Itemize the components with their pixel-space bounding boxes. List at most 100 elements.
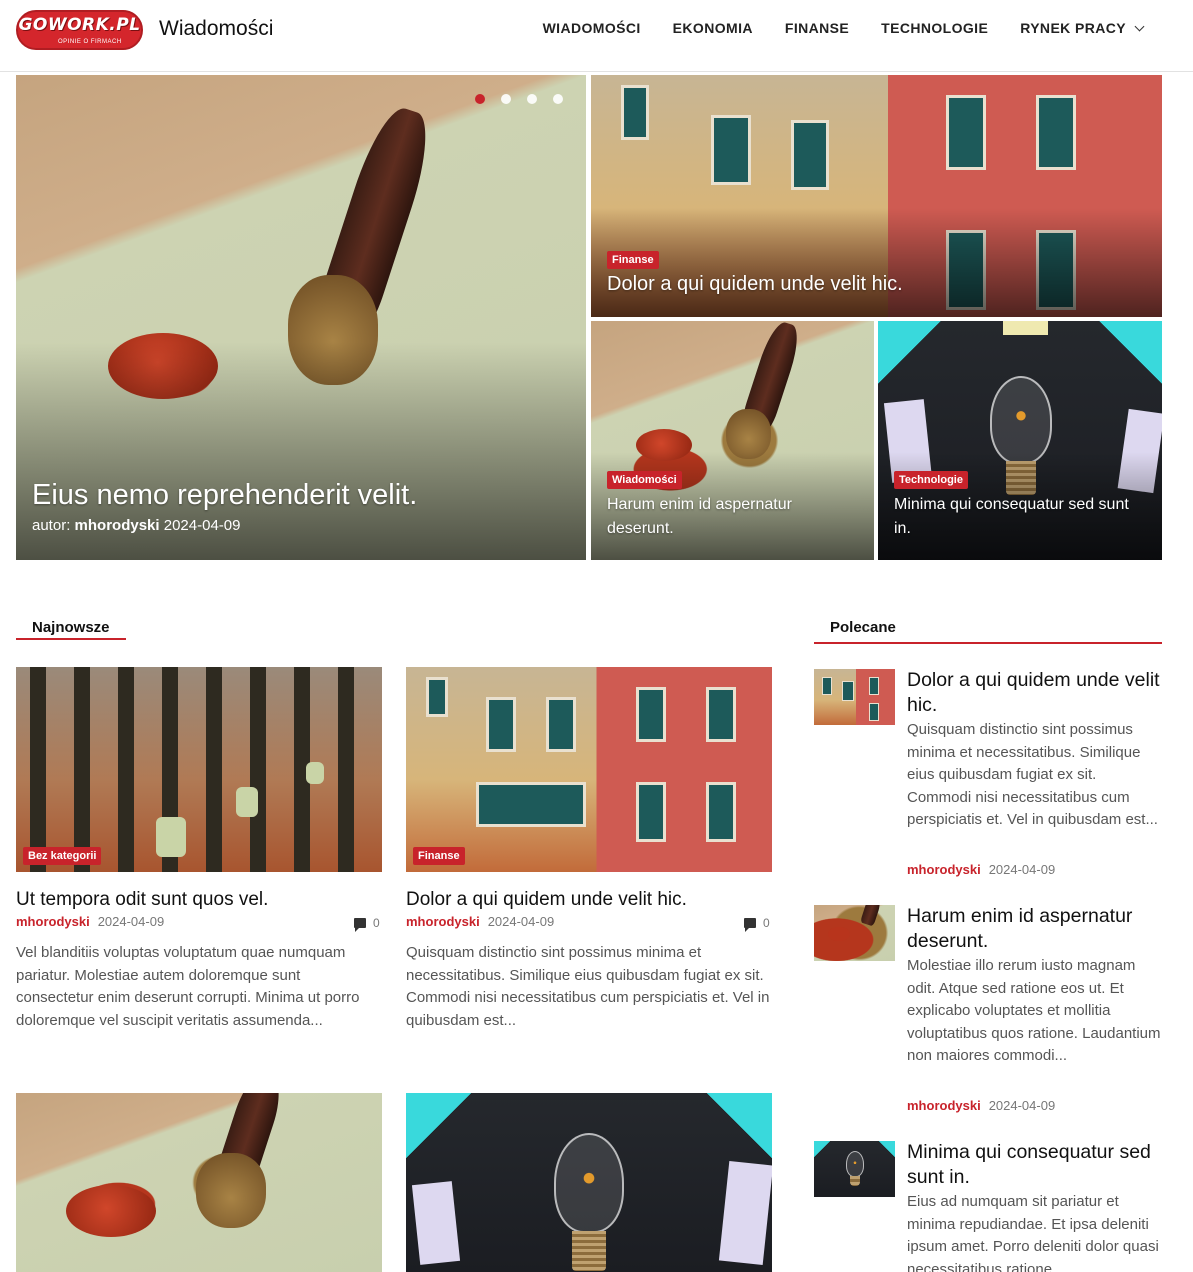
category-badge[interactable]: Technologie	[894, 471, 968, 489]
author-prefix: autor:	[32, 517, 71, 534]
facade-image-detail	[706, 782, 736, 842]
article-image[interactable]	[406, 1093, 772, 1272]
nav-item-rynek-pracy[interactable]: RYNEK PRACY	[1020, 20, 1145, 36]
category-badge[interactable]: Finanse	[607, 251, 659, 269]
hero-main-slide[interactable]: Eius nemo reprehenderit velit. autor: mh…	[16, 75, 586, 560]
main-nav: WIADOMOŚCI EKONOMIA FINANSE TECHNOLOGIE …	[543, 20, 1145, 36]
site-header: GOWORK.PL OPINIE O FIRMACH Wiadomości WI…	[0, 0, 1193, 72]
nav-label: WIADOMOŚCI	[542, 20, 641, 36]
category-badge[interactable]: Wiadomości	[607, 471, 682, 489]
hero-main-title[interactable]: Eius nemo reprehenderit velit.	[32, 479, 417, 512]
nav-item-finanse[interactable]: FINANSE	[785, 20, 849, 36]
gowork-logo[interactable]: GOWORK.PL OPINIE O FIRMACH	[16, 10, 143, 50]
nav-item-ekonomia[interactable]: EKONOMIA	[673, 20, 753, 36]
moss-image-detail	[236, 787, 258, 817]
facade-image-detail	[636, 687, 666, 742]
comment-count-value: 0	[373, 916, 380, 930]
lightbulb-base	[850, 1176, 860, 1186]
featured-excerpt: Quisquam distinctio sint possimus minima…	[907, 721, 1158, 828]
wax-seal-image	[66, 1185, 156, 1237]
paper-note-image	[1003, 321, 1048, 335]
featured-title[interactable]: Harum enim id aspernatur deserunt.	[907, 904, 1163, 954]
hero-tile-technologie[interactable]: Technologie Minima qui consequatur sed s…	[878, 321, 1162, 560]
facade-image-detail	[636, 782, 666, 842]
hero-tile-wiadomosci[interactable]: Wiadomości Harum enim id aspernatur dese…	[591, 321, 874, 560]
article-author[interactable]: mhorodyski	[16, 914, 90, 929]
slider-dot-4[interactable]	[553, 94, 563, 104]
lightbulb-base	[572, 1231, 606, 1271]
moss-image-detail	[156, 817, 186, 857]
section-underline	[16, 638, 126, 640]
nav-label: TECHNOLOGIE	[881, 20, 989, 36]
tile-gradient	[591, 208, 1162, 317]
article-meta: mhorodyski 2024-04-09	[406, 914, 554, 929]
featured-excerpt: Molestiae illo rerum iusto magnam odit. …	[907, 957, 1161, 1064]
lightbulb-image	[846, 1151, 864, 1177]
nav-item-technologie[interactable]: TECHNOLOGIE	[881, 20, 988, 36]
comment-count[interactable]: 0	[354, 916, 380, 932]
nav-label: FINANSE	[784, 20, 850, 36]
hero-main-meta: autor: mhorodyski 2024-04-09	[32, 517, 240, 534]
nav-label: RYNEK PRACY	[1020, 20, 1126, 36]
facade-image-detail	[869, 703, 879, 721]
article-meta: mhorodyski 2024-04-09	[16, 914, 164, 929]
featured-date: 2024-04-09	[988, 862, 1056, 877]
hero-tile-title[interactable]: Harum enim id aspernatur deserunt.	[607, 493, 847, 541]
wax-seal-image	[828, 927, 850, 941]
lightbulb-image	[554, 1133, 624, 1233]
stamp-seal-image	[196, 1153, 266, 1228]
featured-title[interactable]: Dolor a qui quidem unde velit hic.	[907, 668, 1163, 718]
hero-tile-title[interactable]: Minima qui consequatur sed sunt in.	[894, 493, 1144, 541]
slider-dot-2[interactable]	[501, 94, 511, 104]
comment-count-value: 0	[763, 916, 770, 930]
article-image[interactable]: Finanse	[406, 667, 772, 872]
comment-icon	[744, 918, 756, 932]
hero-tile-title[interactable]: Dolor a qui quidem unde velit hic.	[607, 273, 903, 296]
logo-subtext: OPINIE O FIRMACH	[58, 39, 122, 45]
article-excerpt: Vel blanditiis voluptas voluptatum quae …	[16, 944, 360, 1029]
facade-image-detail	[946, 95, 986, 170]
featured-meta: mhorodyski 2024-04-09	[907, 1098, 1055, 1113]
comment-icon	[354, 918, 366, 932]
facade-image-detail	[711, 115, 751, 185]
article-image[interactable]	[16, 1093, 382, 1272]
facade-image-detail	[1036, 95, 1076, 170]
slider-dot-1[interactable]	[475, 94, 485, 104]
chevron-down-icon	[1134, 21, 1145, 31]
facade-image-detail	[476, 782, 586, 827]
featured-author[interactable]: mhorodyski	[907, 1098, 981, 1113]
hero-author[interactable]: mhorodyski	[75, 517, 160, 534]
facade-image-detail	[546, 697, 576, 752]
article-title[interactable]: Ut tempora odit sunt quos vel.	[16, 888, 382, 912]
comment-count[interactable]: 0	[744, 916, 770, 932]
paper-note-image	[718, 1160, 772, 1266]
category-badge[interactable]: Bez kategorii	[23, 847, 102, 865]
category-badge[interactable]: Finanse	[413, 847, 465, 865]
featured-thumbnail[interactable]	[814, 1141, 895, 1197]
featured-excerpt: Eius ad numquam sit pariatur et minima r…	[907, 1193, 1159, 1272]
facade-image-detail	[486, 697, 516, 752]
facade-image-detail	[791, 120, 829, 190]
slider-dot-3[interactable]	[527, 94, 537, 104]
featured-author[interactable]: mhorodyski	[907, 862, 981, 877]
site-title[interactable]: Wiadomości	[159, 17, 273, 41]
facade-image-detail	[706, 687, 736, 742]
article-excerpt: Quisquam distinctio sint possimus minima…	[406, 944, 770, 1029]
article-author[interactable]: mhorodyski	[406, 914, 480, 929]
article-title[interactable]: Dolor a qui quidem unde velit hic.	[406, 888, 772, 912]
facade-image-detail	[621, 85, 649, 140]
section-underline	[814, 642, 1162, 644]
article-date: 2024-04-09	[97, 914, 165, 929]
article-image[interactable]: Bez kategorii	[16, 667, 382, 872]
hero-tile-finanse[interactable]: Finanse Dolor a qui quidem unde velit hi…	[591, 75, 1162, 317]
paper-note-image	[411, 1181, 461, 1265]
featured-title[interactable]: Minima qui consequatur sed sunt in.	[907, 1140, 1163, 1190]
section-heading-featured: Polecane	[830, 619, 896, 636]
facade-image-detail	[842, 681, 854, 701]
featured-thumbnail[interactable]	[814, 669, 895, 725]
facade-image-detail	[426, 677, 448, 717]
nav-item-wiadomosci[interactable]: WIADOMOŚCI	[543, 20, 641, 36]
featured-date: 2024-04-09	[988, 1098, 1056, 1113]
featured-thumbnail[interactable]	[814, 905, 895, 961]
facade-image-detail	[822, 677, 832, 695]
